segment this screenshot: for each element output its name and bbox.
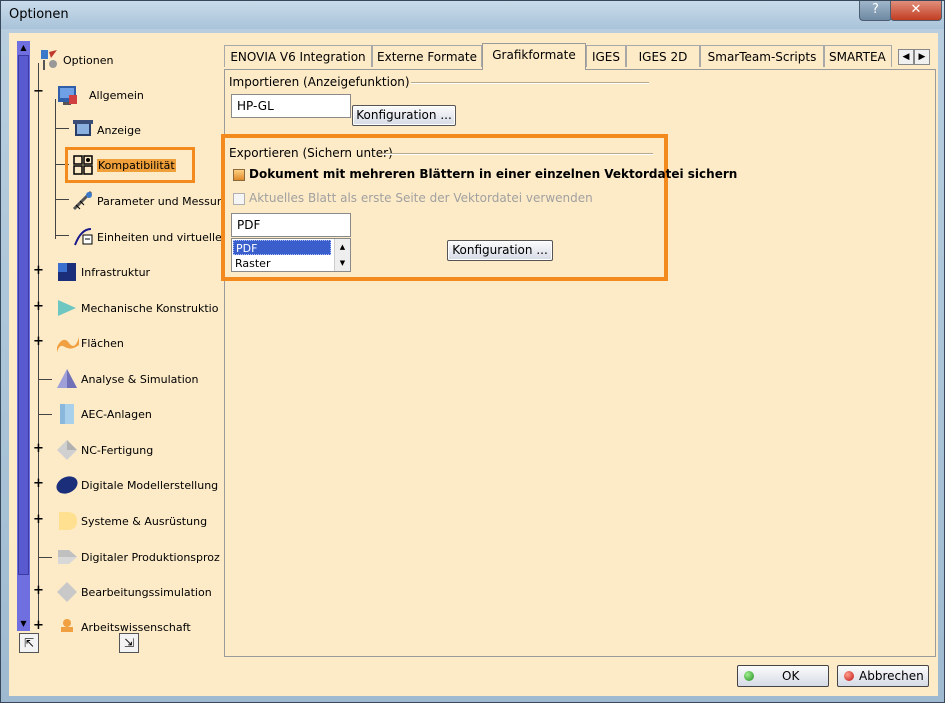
nc-icon [55,438,79,462]
tab-bar: ENOVIA V6 Integration Externe Formate Gr… [224,43,936,70]
tree-item-nc[interactable]: NC-Fertigung [55,438,222,462]
mechanical-design-icon [55,296,79,320]
group-divider [383,153,653,155]
tree-item-aec[interactable]: AEC-Anlagen [55,402,222,426]
list-down-icon[interactable]: ▼ [335,256,350,270]
tree-scrollbar[interactable]: ▲ ▼ [17,41,30,631]
export-config-button[interactable]: Konfiguration ... [447,240,553,261]
general-icon [55,83,79,107]
group-divider [411,82,649,84]
tree-item-infrastruktur[interactable]: Infrastruktur [55,260,222,284]
dialog-body: ▲ ▼ Optionen − Allgemein Anzeige Kompati… [9,33,938,696]
tab-externe-formate[interactable]: Externe Formate [372,45,482,67]
list-scrollbar[interactable]: ▲ ▼ [334,239,350,271]
analysis-icon [55,367,79,391]
aec-icon [55,402,79,426]
expand-all-icon[interactable]: ⇱ [19,633,39,653]
collapse-all-icon[interactable]: ⇲ [119,633,139,653]
tree-item-flaechen[interactable]: Flächen [55,331,222,355]
expand-icon[interactable]: + [33,442,44,455]
tab-grafikformate[interactable]: Grafikformate [482,43,586,70]
expand-icon[interactable]: + [33,619,44,632]
tree-item-mechanische-konstruktion[interactable]: Mechanische Konstruktio [55,296,222,320]
tree-line [38,557,52,558]
tree-item-einheiten[interactable]: Einheiten und virtuelle [71,225,222,249]
tree-item-digitaler-produktionsprozess[interactable]: Digitaler Produktionsproz [55,545,222,569]
expand-icon[interactable]: + [33,264,44,277]
scroll-up-icon[interactable]: ▲ [18,42,29,54]
scroll-down-icon[interactable]: ▼ [18,618,29,630]
title-bar: Optionen ? ✕ [1,1,944,29]
tree-line [55,128,69,129]
tree-item-allgemein[interactable]: Allgemein [55,83,222,107]
export-format-field[interactable]: PDF [231,213,351,237]
compatibility-icon [71,153,95,177]
multi-sheet-checkbox[interactable] [233,169,245,181]
equipment-icon [55,509,79,533]
first-page-label: Aktuelles Blatt als erste Seite der Vekt… [249,191,593,205]
units-icon [71,225,95,249]
machining-sim-icon [55,580,79,604]
export-format-list[interactable]: PDF Raster ▲ ▼ [231,238,351,272]
options-dialog: Optionen ? ✕ ▲ ▼ Optionen − Allgemein An… [0,0,945,703]
display-icon [71,118,95,142]
import-format-field[interactable]: HP-GL [231,94,351,118]
export-group-label: Exportieren (Sichern unter) [229,146,393,160]
tree-item-optionen[interactable]: Optionen [37,48,222,72]
tab-iges[interactable]: IGES [586,45,626,67]
list-up-icon[interactable]: ▲ [335,240,350,254]
tree-item-parameter[interactable]: Parameter und Messur [71,189,222,213]
tree-line [55,99,56,239]
close-button[interactable]: ✕ [890,1,942,21]
expand-icon[interactable]: + [33,513,44,526]
tree-line [38,414,52,415]
scroll-thumb[interactable] [18,55,29,575]
tab-iges-2d[interactable]: IGES 2D [626,45,700,67]
tree-item-anzeige[interactable]: Anzeige [71,118,222,142]
tree-item-arbeitswissenschaft[interactable]: Arbeitswissenschaft [55,615,222,632]
tree-line [55,199,69,200]
cancel-icon [844,671,854,681]
tab-scroll-right-icon[interactable]: ▶ [914,49,930,65]
help-button[interactable]: ? [859,1,892,21]
tree-item-systeme[interactable]: Systeme & Ausrüstung [55,509,222,533]
surfaces-icon [55,331,79,355]
expand-icon[interactable]: + [33,477,44,490]
tab-scroll-left-icon[interactable]: ◀ [898,49,914,65]
tree-item-kompatibilitaet[interactable]: Kompatibilität [71,153,191,177]
tab-smarteam-scripts[interactable]: SmarTeam-Scripts [700,45,824,67]
tree-item-bearbeitungssimulation[interactable]: Bearbeitungssimulation [55,580,222,604]
digital-mockup-icon [55,473,79,497]
import-group-label: Importieren (Anzeigefunktion) [229,75,410,89]
expand-icon[interactable]: + [33,300,44,313]
window-title: Optionen [9,7,69,22]
multi-sheet-label: Dokument mit mehreren Blättern in einer … [249,167,738,181]
infrastructure-icon [55,260,79,284]
options-root-icon [37,48,61,72]
tree-line [55,235,69,236]
first-page-checkbox[interactable] [233,193,245,205]
list-option-raster[interactable]: Raster [233,256,331,271]
tab-smartea[interactable]: SMARTEA [824,45,892,67]
tree-item-analyse[interactable]: Analyse & Simulation [55,367,222,391]
list-option-pdf[interactable]: PDF [233,240,331,255]
expand-icon[interactable]: + [33,584,44,597]
ok-icon [744,671,754,681]
production-icon [55,545,79,569]
tree-item-digitale-modellerstellung[interactable]: Digitale Modellerstellung [55,473,222,497]
expand-icon[interactable]: + [33,335,44,348]
cancel-button[interactable]: Abbrechen [837,665,929,687]
import-config-button[interactable]: Konfiguration ... [352,105,456,126]
options-tree: ▲ ▼ Optionen − Allgemein Anzeige Kompati… [17,41,222,664]
tab-enovia[interactable]: ENOVIA V6 Integration [224,45,372,67]
tree-line [38,379,52,380]
ergonomics-icon [55,615,79,632]
collapse-icon[interactable]: − [33,85,44,98]
parameters-icon [71,189,95,213]
grafikformate-panel: Importieren (Anzeigefunktion) HP-GL Konf… [221,69,936,657]
ok-button[interactable]: OK [737,665,829,687]
